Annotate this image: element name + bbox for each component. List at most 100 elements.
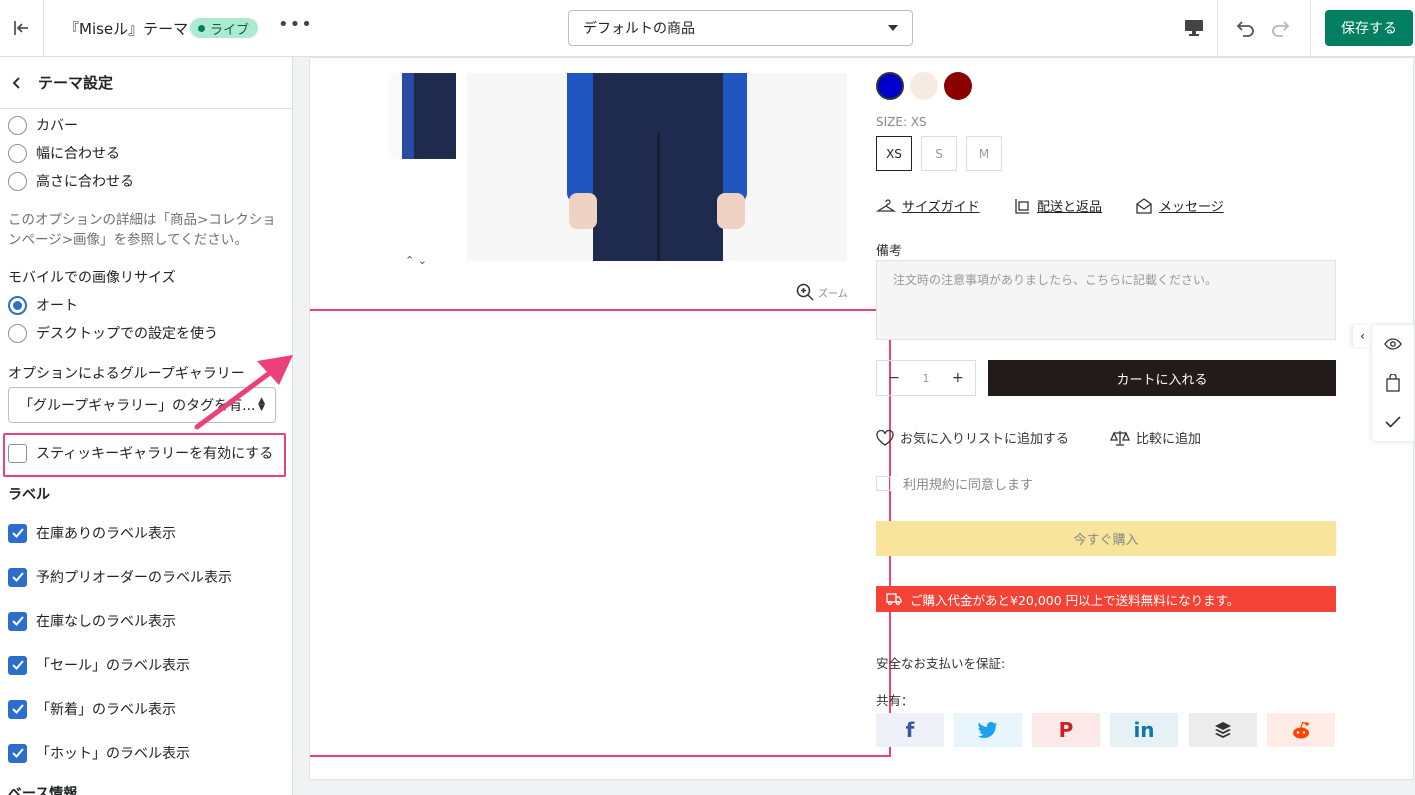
- share-twitter-button[interactable]: [954, 713, 1022, 747]
- photo-hand-right: [717, 193, 745, 229]
- save-button[interactable]: 保存する: [1325, 10, 1413, 46]
- shipping-returns-link[interactable]: 配送と返品: [1013, 196, 1102, 215]
- qty-value[interactable]: 1: [922, 372, 929, 385]
- checkbox-label: 予約プリオーダーのラベル表示: [36, 570, 232, 586]
- buffer-icon: [1215, 722, 1231, 738]
- size-option-s[interactable]: S: [921, 136, 957, 171]
- live-badge: ライブ: [190, 18, 259, 38]
- wishlist-link[interactable]: お気に入りリストに追加する: [876, 428, 1069, 447]
- free-shipping-bar: ご購入代金があと¥20,000 円以上で送料無料になります。: [876, 586, 1336, 612]
- undo-button[interactable]: [1230, 14, 1258, 42]
- size-option-m[interactable]: M: [966, 136, 1002, 171]
- page-select[interactable]: デフォルトの商品: [568, 10, 913, 46]
- note-label: 備考: [876, 244, 903, 259]
- compare-link[interactable]: 比較に追加: [1110, 428, 1201, 447]
- photo-hand-left: [569, 193, 597, 229]
- size-guide-link[interactable]: サイズガイド: [876, 196, 980, 215]
- sticky-gallery-checkbox[interactable]: スティッキーギャラリーを有効にする: [8, 443, 273, 463]
- eye-icon: [1384, 338, 1402, 350]
- toolbar-divider: [1310, 0, 1311, 56]
- checkbox-label: 在庫なしのラベル表示: [36, 614, 176, 630]
- radio-mobile-auto[interactable]: オート: [8, 295, 78, 315]
- redo-button[interactable]: [1268, 14, 1296, 42]
- zoom-in-icon: [796, 283, 814, 301]
- checkbox-label: スティッキーギャラリーを有効にする: [36, 446, 274, 462]
- checkmark-icon: [8, 655, 27, 675]
- fit-help-text: このオプションの詳細は「商品>コレクションページ>画像」を参照してください。: [8, 212, 276, 248]
- checkbox-label: 在庫ありのラベル表示: [36, 526, 176, 542]
- qty-plus-button[interactable]: +: [952, 370, 964, 386]
- desktop-icon: [1184, 20, 1203, 36]
- size-option-xs[interactable]: XS: [876, 136, 912, 171]
- more-actions-button[interactable]: •••: [278, 14, 313, 35]
- share-facebook-button[interactable]: f: [876, 713, 944, 747]
- radio-mobile-desktop[interactable]: デスクトップでの設定を使う: [8, 323, 218, 343]
- page-select-value: デフォルトの商品: [583, 21, 695, 37]
- free-shipping-text: ご購入代金があと¥20,000 円以上で送料無料になります。: [910, 592, 1240, 608]
- note-textarea[interactable]: 注文時の注意事項がありましたら、こちらに記載ください。: [876, 260, 1336, 340]
- size-label: SIZE: XS: [876, 115, 927, 129]
- photo-pants-seam: [657, 133, 660, 261]
- color-swatch-blue[interactable]: [876, 72, 904, 100]
- wishlist-label: お気に入りリストに追加する: [900, 432, 1070, 447]
- add-to-cart-button[interactable]: カートに入れる: [988, 360, 1336, 396]
- shopping-bag-button[interactable]: [1382, 372, 1404, 394]
- secure-payment-text: 安全なお支払いを保証:: [876, 656, 1006, 671]
- agree-terms-checkbox[interactable]: 利用規約に同意します: [876, 474, 1033, 493]
- labels-heading: ラベル: [8, 487, 50, 503]
- sticky-gallery-area-highlight: [310, 309, 891, 757]
- radio-icon: [8, 171, 27, 191]
- radio-fit-height[interactable]: 高さに合わせる: [8, 171, 134, 191]
- radio-icon: [8, 323, 27, 343]
- radio-fit-cover[interactable]: カバー: [8, 115, 78, 135]
- radio-label: カバー: [36, 118, 78, 134]
- live-badge-label: ライブ: [210, 22, 250, 38]
- hanger-icon: [876, 198, 896, 212]
- label-check-hot[interactable]: 「ホット」のラベル表示: [8, 743, 190, 763]
- zoom-label: ズーム: [818, 288, 848, 300]
- zoom-button[interactable]: ズーム: [796, 283, 848, 301]
- inspect-eye-button[interactable]: [1382, 333, 1404, 355]
- radio-fit-width[interactable]: 幅に合わせる: [8, 143, 120, 163]
- shipping-returns-label: 配送と返品: [1037, 200, 1103, 215]
- product-thumbnail[interactable]: [388, 73, 456, 159]
- collapse-tools-button[interactable]: ‹: [1353, 325, 1372, 347]
- quantity-stepper[interactable]: − 1 +: [876, 360, 976, 396]
- product-main-image[interactable]: [467, 73, 847, 261]
- share-reddit-button[interactable]: [1267, 713, 1335, 747]
- qty-minus-button[interactable]: −: [888, 370, 900, 386]
- label-check-preorder[interactable]: 予約プリオーダーのラベル表示: [8, 567, 232, 587]
- label-check-sale[interactable]: 「セール」のラベル表示: [8, 655, 190, 675]
- check-icon: [1385, 416, 1401, 428]
- sidebar-header: テーマ設定: [0, 57, 292, 109]
- checkbox-icon: [8, 443, 27, 463]
- label-check-in-stock[interactable]: 在庫ありのラベル表示: [8, 523, 176, 543]
- size-guide-label: サイズガイド: [902, 200, 980, 215]
- exit-button[interactable]: [0, 0, 44, 56]
- checkbox-label: 「ホット」のラベル表示: [36, 746, 190, 762]
- scale-icon: [1110, 430, 1130, 446]
- top-bar: 『Miseル』テーマ ライブ ••• デフォルトの商品 保存する: [0, 0, 1415, 57]
- undo-icon: [1236, 21, 1254, 37]
- theme-name: 『Miseル』テーマ: [64, 20, 189, 38]
- shopping-bag-icon: [1386, 374, 1400, 392]
- checkbox-label: 「新着」のラベル表示: [36, 702, 176, 718]
- checkmark-icon: [8, 567, 27, 587]
- label-check-new[interactable]: 「新着」のラベル表示: [8, 699, 176, 719]
- color-swatch-ivory[interactable]: [910, 72, 938, 100]
- color-swatch-dark-red[interactable]: [944, 72, 972, 100]
- label-check-sold-out[interactable]: 在庫なしのラベル表示: [8, 611, 176, 631]
- truck-icon: [886, 593, 902, 606]
- thumbnail-nav-arrows[interactable]: ⌃ ⌄: [405, 254, 427, 267]
- radio-label: デスクトップでの設定を使う: [36, 326, 218, 342]
- check-button[interactable]: [1382, 411, 1404, 433]
- share-pinterest-button[interactable]: P: [1032, 713, 1100, 747]
- pinterest-icon: P: [1058, 718, 1074, 742]
- buy-now-button[interactable]: 今すぐ購入: [876, 521, 1336, 556]
- radio-label: オート: [36, 298, 78, 314]
- device-preview-button[interactable]: [1170, 0, 1218, 56]
- message-link[interactable]: メッセージ: [1135, 196, 1224, 215]
- share-linkedin-button[interactable]: in: [1110, 713, 1178, 747]
- back-chevron-icon[interactable]: [10, 76, 24, 90]
- share-buffer-button[interactable]: [1189, 713, 1257, 747]
